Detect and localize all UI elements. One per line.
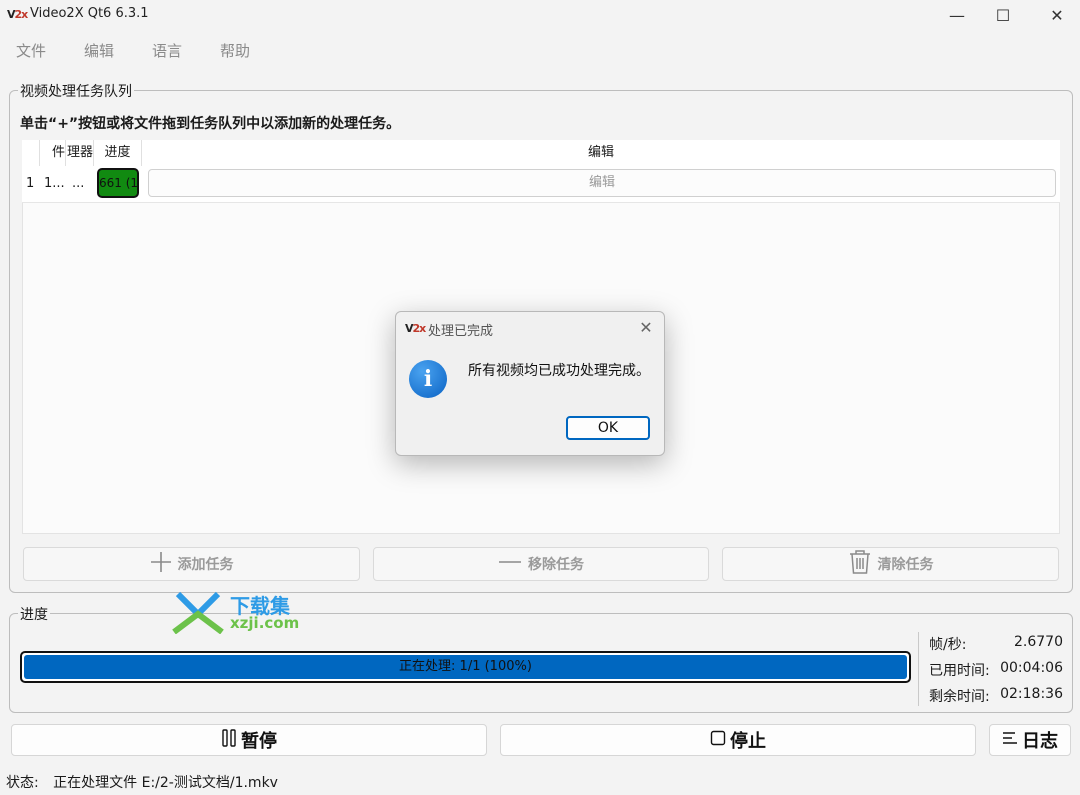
list-icon <box>1002 730 1018 751</box>
add-task-label: 添加任务 <box>177 557 234 573</box>
row-index: 1 <box>26 176 35 191</box>
plus-icon <box>150 551 172 577</box>
menu-file[interactable]: 文件 <box>16 40 46 61</box>
close-icon: ✕ <box>1050 5 1064 25</box>
progress-group-title: 进度 <box>18 604 50 624</box>
watermark-domain: xzji.com <box>230 614 300 632</box>
dialog-message: 所有视频均已成功处理完成。 <box>468 363 650 379</box>
remove-task-label: 移除任务 <box>528 557 584 573</box>
dialog-logo-letter: V <box>405 322 413 335</box>
overall-progress-fill: 正在处理: 1/1 (100%) <box>24 655 907 679</box>
row-progress-text: 661 (1 <box>99 176 139 190</box>
stop-icon <box>710 730 726 751</box>
app-logo-accent: 2x <box>14 8 29 21</box>
status-text: 正在处理文件 E:/2-测试文档/1.mkv <box>53 775 278 791</box>
close-icon: ✕ <box>639 318 653 337</box>
menu-help[interactable]: 帮助 <box>220 40 250 61</box>
window-title: Video2X Qt6 6.3.1 <box>30 6 149 21</box>
menu-edit[interactable]: 编辑 <box>84 40 114 61</box>
dialog-logo-accent: 2x <box>412 322 427 335</box>
row-progress-bar: 661 (1 <box>97 168 139 198</box>
trash-icon <box>848 549 872 579</box>
column-header-progress[interactable]: 进度 <box>94 140 142 166</box>
status-label: 状态: <box>6 775 39 791</box>
menu-language[interactable]: 语言 <box>152 40 182 61</box>
dialog-title: 处理已完成 <box>428 324 494 339</box>
dialog-ok-button[interactable]: OK <box>566 416 650 440</box>
minimize-button[interactable]: — <box>934 0 980 30</box>
column-header-processor[interactable]: 理器 <box>66 140 94 166</box>
log-label: 日志 <box>1022 731 1058 752</box>
queue-hint: 单击“+”按钮或将文件拖到任务队列中以添加新的处理任务。 <box>20 116 401 132</box>
title-bar: V2x Video2X Qt6 6.3.1 — ☐ ✕ <box>0 0 1080 30</box>
queue-group-title: 视频处理任务队列 <box>18 81 134 101</box>
dialog-close-button[interactable]: ✕ <box>636 318 656 338</box>
elapsed-value: 00:04:06 <box>1000 660 1063 676</box>
fps-label: 帧/秒: <box>929 637 967 653</box>
table-row[interactable]: 1 1... ... 661 (1 编辑 <box>22 166 1060 203</box>
watermark: 下载集 xzji.com <box>170 590 320 634</box>
stop-label: 停止 <box>730 731 766 752</box>
remaining-value: 02:18:36 <box>1000 686 1063 702</box>
row-processor: ... <box>72 176 85 191</box>
watermark-logo-icon <box>172 591 224 634</box>
info-icon: i <box>409 360 447 398</box>
completion-dialog: V2x 处理已完成 ✕ i 所有视频均已成功处理完成。 OK <box>395 311 665 456</box>
stats-divider <box>918 632 919 706</box>
pause-icon <box>221 728 237 752</box>
maximize-button[interactable]: ☐ <box>980 0 1026 30</box>
app-logo-letter: V <box>7 8 15 21</box>
pause-label: 暂停 <box>241 731 277 752</box>
column-header-index <box>22 140 40 166</box>
close-window-button[interactable]: ✕ <box>1034 0 1080 30</box>
overall-progress-text: 正在处理: 1/1 (100%) <box>399 659 532 674</box>
column-header-file[interactable]: 件 <box>40 140 66 166</box>
column-header-edit[interactable]: 编辑 <box>142 140 1060 166</box>
pause-button[interactable]: 暂停 <box>11 724 487 756</box>
stop-button[interactable]: 停止 <box>500 724 976 756</box>
add-task-button[interactable]: 添加任务 <box>23 547 360 581</box>
overall-progress-bar: 正在处理: 1/1 (100%) <box>20 651 911 683</box>
clear-tasks-label: 清除任务 <box>877 557 934 573</box>
fps-value: 2.6770 <box>1014 634 1063 650</box>
clear-tasks-button[interactable]: 清除任务 <box>722 547 1059 581</box>
status-bar: 状态: 正在处理文件 E:/2-测试文档/1.mkv <box>6 772 278 792</box>
row-file: 1... <box>44 176 65 191</box>
app-logo-icon: V2x <box>7 8 29 21</box>
minus-icon <box>498 551 522 577</box>
row-edit-button[interactable]: 编辑 <box>148 169 1056 197</box>
table-header: 件 理器 进度 编辑 <box>22 140 1060 167</box>
remove-task-button[interactable]: 移除任务 <box>373 547 709 581</box>
minimize-icon: — <box>949 5 965 25</box>
dialog-logo-icon: V2x <box>405 322 427 335</box>
maximize-icon: ☐ <box>995 5 1011 25</box>
log-button[interactable]: 日志 <box>989 724 1071 756</box>
